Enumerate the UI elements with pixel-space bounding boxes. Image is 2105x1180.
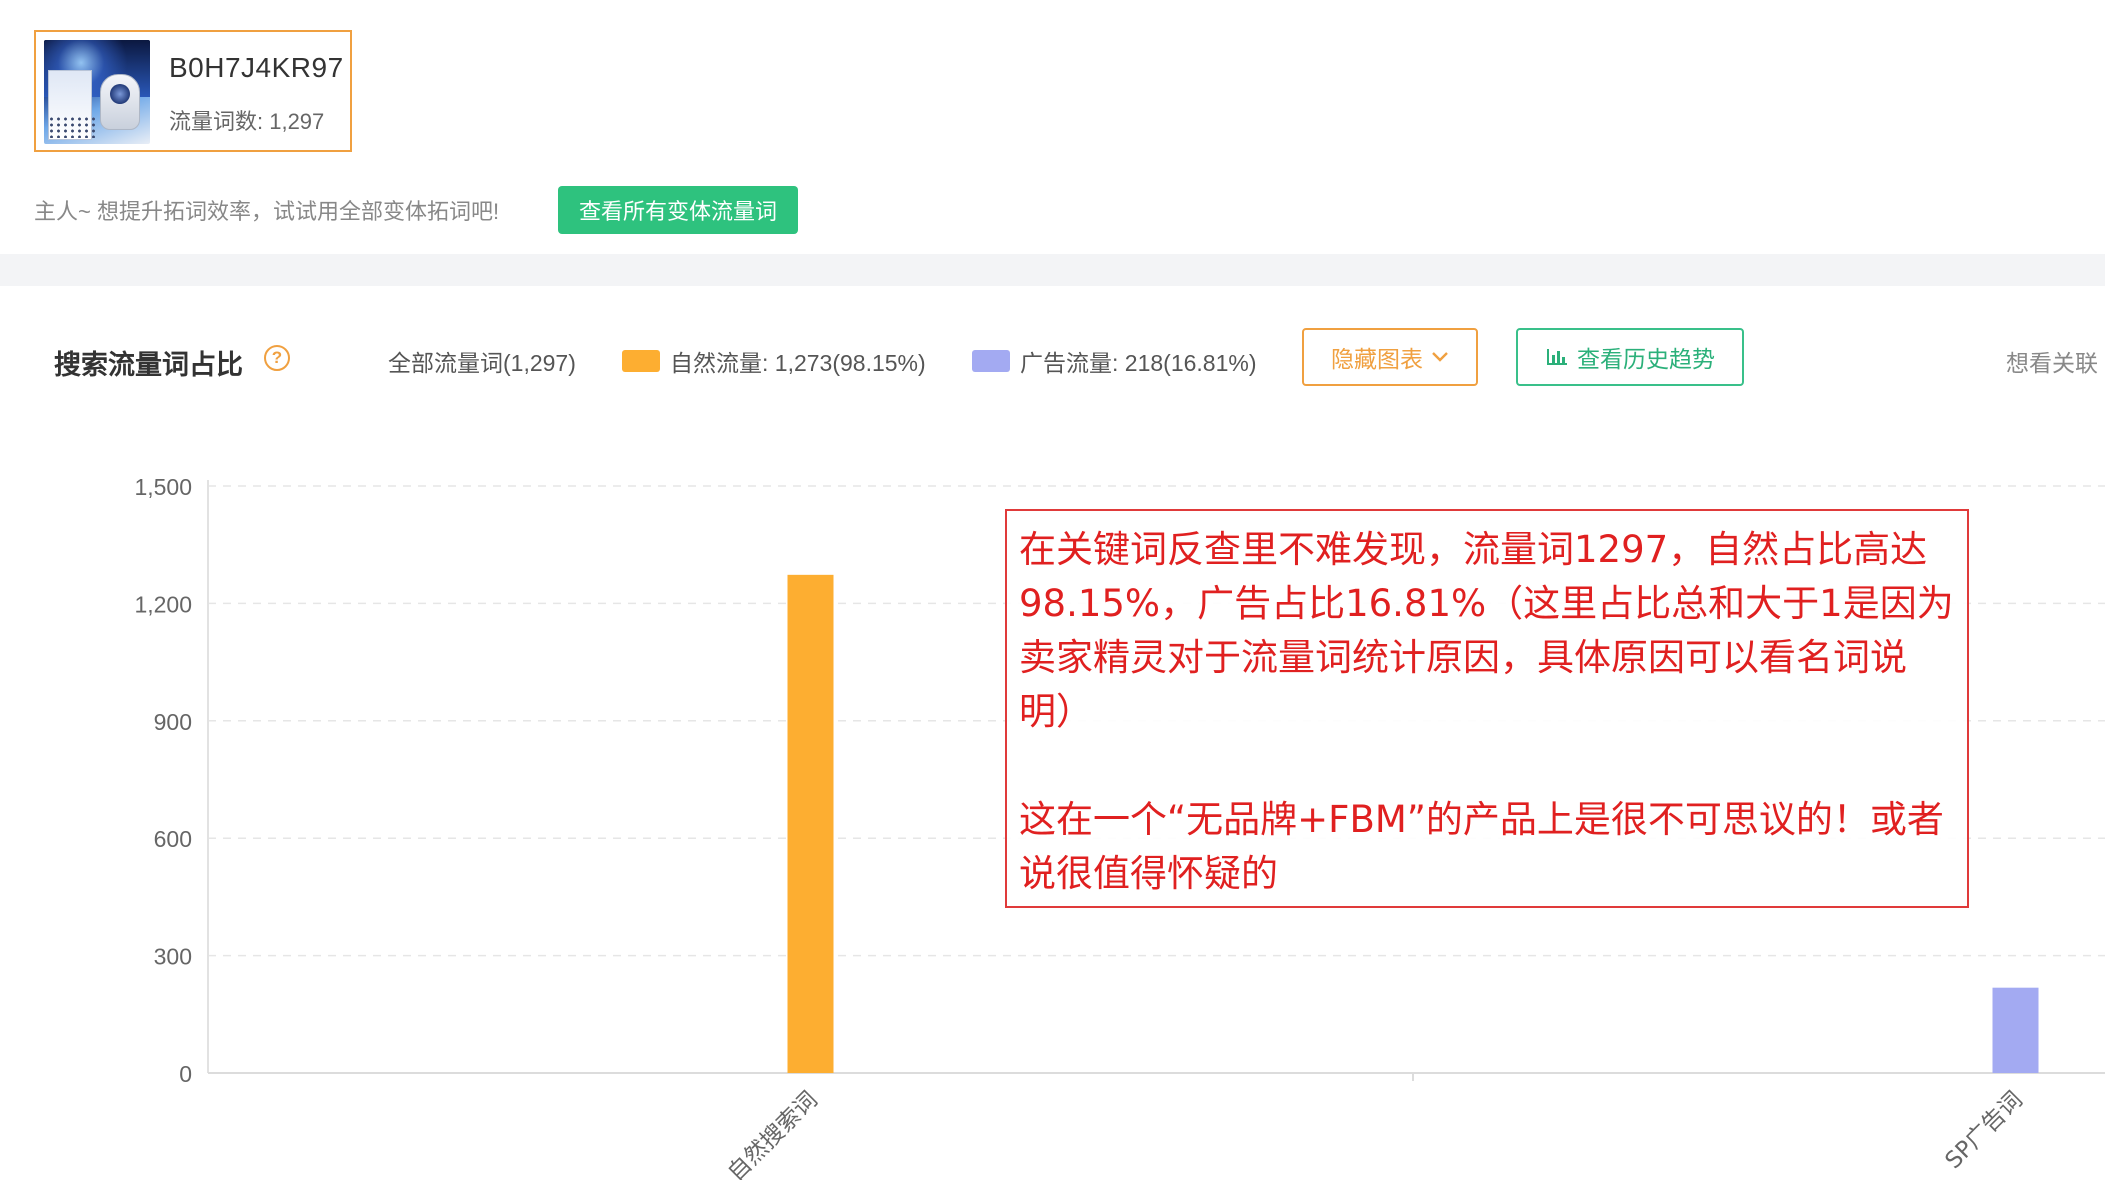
legend-ad-label: 广告流量: 218(16.81%)	[1020, 350, 1257, 376]
x-category-label: 自然搜索词	[723, 1087, 823, 1180]
legend-organic-label: 自然流量: 1,273(98.15%)	[670, 350, 926, 376]
tip-text: 主人~ 想提升拓词效率，试试用全部变体拓词吧!	[34, 199, 500, 224]
bar-organic	[787, 574, 834, 1073]
annotation-spacer	[1019, 739, 1957, 793]
annotation-paragraph-2: 这在一个“无品牌+FBM”的产品上是很不可思议的！或者说很值得怀疑的	[1019, 798, 1944, 895]
y-tick-label: 1,500	[134, 474, 192, 500]
annotation-paragraph-1: 在关键词反查里不难发现，流量词1297，自然占比高达98.15%，广告占比16.…	[1019, 528, 1954, 733]
y-tick-label: 0	[179, 1061, 192, 1087]
view-history-trend-button[interactable]: 查看历史趋势	[1516, 328, 1744, 386]
bar-chart-icon	[1547, 349, 1567, 365]
y-tick-label: 900	[154, 709, 192, 735]
product-thumbnail-lens	[110, 84, 130, 104]
product-thumbnail-pattern	[48, 116, 98, 138]
section-divider	[0, 254, 2105, 286]
hide-chart-label: 隐藏图表	[1331, 346, 1423, 372]
legend-ad[interactable]: 广告流量: 218(16.81%)	[972, 344, 1256, 378]
legend-swatch-organic	[622, 350, 660, 372]
legend-organic[interactable]: 自然流量: 1,273(98.15%)	[622, 344, 926, 378]
hide-chart-button[interactable]: 隐藏图表	[1302, 328, 1478, 386]
help-icon-glyph: ?	[271, 348, 283, 367]
related-keywords-link[interactable]: 想看关联	[2006, 344, 2105, 378]
y-tick-label: 300	[154, 944, 192, 970]
y-tick-label: 1,200	[134, 591, 192, 617]
view-all-variants-button[interactable]: 查看所有变体流量词	[558, 186, 798, 234]
product-asin[interactable]: B0H7J4KR97	[169, 52, 344, 84]
section-title: 搜索流量词占比	[54, 350, 243, 380]
annotation-box: 在关键词反查里不难发现，流量词1297，自然占比高达98.15%，广告占比16.…	[1005, 509, 1969, 908]
product-card[interactable]: B0H7J4KR97 流量词数: 1,297	[34, 30, 352, 152]
x-category-label: SP广告词	[1940, 1087, 2027, 1174]
product-thumbnail[interactable]	[44, 40, 150, 144]
bar-sp-ad	[1992, 987, 2039, 1073]
y-tick-label: 600	[154, 826, 192, 852]
legend-swatch-ad	[972, 350, 1010, 372]
keyword-count: 流量词数: 1,297	[169, 109, 325, 134]
chevron-down-icon	[1432, 352, 1448, 362]
filter-all-keywords[interactable]: 全部流量词(1,297)	[388, 344, 576, 378]
view-history-trend-label: 查看历史趋势	[1577, 346, 1715, 372]
help-icon[interactable]: ?	[264, 345, 290, 371]
